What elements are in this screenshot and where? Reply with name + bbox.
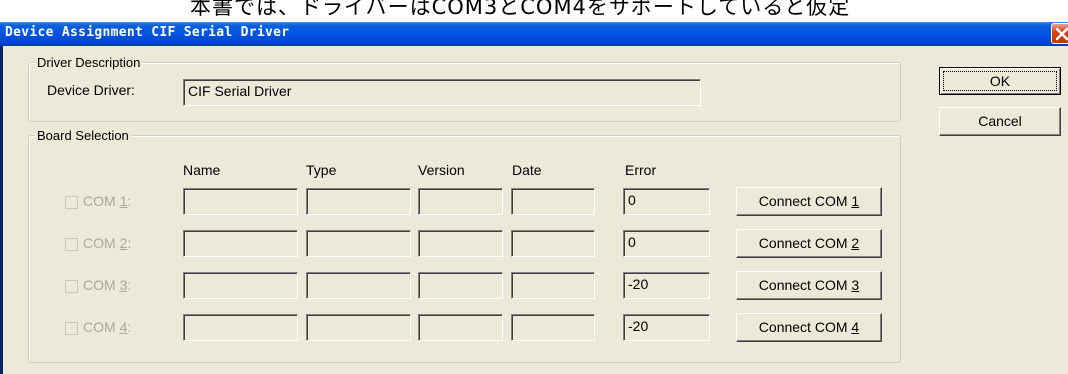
com3-error-field: -20 xyxy=(623,272,710,299)
device-driver-field: CIF Serial Driver xyxy=(183,79,701,106)
connect-com3-button[interactable]: Connect COM 3 xyxy=(736,271,882,300)
com3-version-field xyxy=(418,272,503,299)
com3-date-field xyxy=(511,272,595,299)
com1-date-field xyxy=(511,188,595,215)
com2-error-field: 0 xyxy=(623,230,710,257)
com3-label: COM 3: xyxy=(83,277,132,293)
board-selection-title: Board Selection xyxy=(35,128,131,143)
column-header-error: Error xyxy=(625,162,657,178)
com2-name-field xyxy=(183,230,298,257)
com3-name-field xyxy=(183,272,298,299)
dialog-window: Device Assignment CIF Serial Driver Driv… xyxy=(0,22,1068,374)
com2-date-field xyxy=(511,230,595,257)
close-icon xyxy=(1055,27,1068,41)
com4-name-field xyxy=(183,314,298,341)
com4-checkbox[interactable] xyxy=(65,322,78,335)
ok-focus-rect xyxy=(943,71,1057,91)
com2-type-field xyxy=(306,230,411,257)
connect-com4-button[interactable]: Connect COM 4 xyxy=(736,313,882,342)
com1-type-field xyxy=(306,188,411,215)
com2-checkbox[interactable] xyxy=(65,238,78,251)
com4-version-field xyxy=(418,314,503,341)
column-header-type: Type xyxy=(306,162,337,178)
close-button[interactable] xyxy=(1051,23,1068,44)
com4-type-field xyxy=(306,314,411,341)
column-header-date: Date xyxy=(512,162,542,178)
com3-checkbox[interactable] xyxy=(65,280,78,293)
com1-name-field xyxy=(183,188,298,215)
background-document: 本書では、ドライバーはCOM3とCOM4をサポートしていると仮定 xyxy=(0,0,1068,22)
com4-date-field xyxy=(511,314,595,341)
ok-button[interactable]: OK xyxy=(939,67,1061,95)
background-text: 本書では、ドライバーはCOM3とCOM4をサポートしていると仮定 xyxy=(190,0,851,19)
device-driver-label: Device Driver: xyxy=(47,82,135,98)
com1-version-field xyxy=(418,188,503,215)
window-title: Device Assignment CIF Serial Driver xyxy=(5,25,290,40)
cancel-button[interactable]: Cancel xyxy=(939,107,1061,136)
com1-checkbox[interactable] xyxy=(65,196,78,209)
column-header-name: Name xyxy=(183,162,221,178)
com4-error-field: -20 xyxy=(623,314,710,341)
connect-com1-button[interactable]: Connect COM 1 xyxy=(736,187,882,216)
com1-label: COM 1: xyxy=(83,193,132,209)
com4-label: COM 4: xyxy=(83,319,132,335)
com3-type-field xyxy=(306,272,411,299)
connect-com2-button[interactable]: Connect COM 2 xyxy=(736,229,882,258)
driver-description-title: Driver Description xyxy=(35,55,143,70)
com1-error-field: 0 xyxy=(623,188,710,215)
com2-version-field xyxy=(418,230,503,257)
com2-label: COM 2: xyxy=(83,235,132,251)
title-bar[interactable]: Device Assignment CIF Serial Driver xyxy=(0,22,1068,46)
column-header-version: Version xyxy=(418,162,465,178)
